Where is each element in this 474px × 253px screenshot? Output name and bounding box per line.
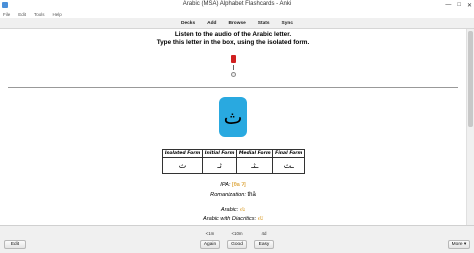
scrollbar-thumb[interactable] (468, 31, 473, 127)
header-final: Final Form (272, 149, 305, 158)
menu-edit[interactable]: Edit (18, 12, 26, 17)
toolbar-sync[interactable]: Sync (282, 21, 293, 26)
again-interval: <1m (205, 231, 215, 236)
window-controls: — □ ✕ (445, 0, 472, 10)
toolbar-stats[interactable]: Stats (258, 21, 270, 26)
prompt-line-2: Type this letter in the box, using the i… (156, 38, 310, 46)
ipa-value: [θa ʔ] (232, 182, 246, 188)
card-prompt: Listen to the audio of the Arabic letter… (0, 31, 466, 46)
answer-bar: Edit <1m Again <10m Good 4d Easy More ▾ (0, 225, 474, 253)
arabic-value: ثاء (239, 207, 246, 213)
ipa-label: IPA: (220, 182, 231, 188)
form-isolated: ث (161, 157, 204, 174)
arabic-label: Arabic: (220, 207, 239, 213)
good-interval: <10m (231, 231, 243, 236)
romanization-value: thā (247, 192, 256, 198)
letter-forms-table: Isolated Form Initial Form Medial Form F… (161, 149, 305, 174)
diacritics-value: ثَاء (257, 216, 263, 222)
audio-stem (233, 65, 234, 70)
easy-button[interactable]: Easy (254, 240, 274, 249)
menu-help[interactable]: Help (53, 12, 62, 17)
toolbar-browse[interactable]: Browse (228, 21, 245, 26)
header-medial: Medial Form (236, 149, 274, 158)
toolbar-decks[interactable]: Decks (181, 21, 195, 26)
title-bar: Arabic (MSA) Alphabet Flashcards - Anki … (0, 0, 474, 10)
good-button[interactable]: Good (227, 240, 247, 249)
form-medial: ـثـ (236, 157, 274, 174)
maximize-icon[interactable]: □ (457, 2, 461, 8)
easy-interval: 4d (261, 231, 267, 236)
toolbar-add[interactable]: Add (207, 21, 216, 26)
close-icon[interactable]: ✕ (467, 2, 472, 9)
audio-play-icon[interactable] (231, 55, 236, 63)
ipa-line: IPA: [θa ʔ] (0, 182, 466, 188)
diacritics-label: Arabic with Diacritics: (203, 216, 257, 222)
edit-button[interactable]: Edit (4, 240, 26, 249)
diacritics-line: Arabic with Diacritics: ثَاء (0, 216, 466, 222)
divider (8, 87, 458, 88)
arabic-line: Arabic: ثاء (0, 207, 466, 213)
vertical-scrollbar[interactable] (466, 29, 474, 225)
prompt-line-1: Listen to the audio of the Arabic letter… (174, 31, 292, 38)
menu-file[interactable]: File (3, 12, 10, 17)
header-initial: Initial Form (202, 149, 238, 158)
minimize-icon[interactable]: — (445, 2, 451, 8)
main-toolbar: Decks Add Browse Stats Sync (0, 18, 474, 29)
menu-tools[interactable]: Tools (34, 12, 45, 17)
form-initial: ثـ (202, 157, 238, 174)
more-button[interactable]: More ▾ (448, 240, 470, 249)
replay-icon[interactable] (231, 72, 236, 77)
romanization-label: Romanization: (210, 192, 246, 198)
again-button[interactable]: Again (200, 240, 220, 249)
card-content: Listen to the audio of the Arabic letter… (0, 29, 466, 225)
header-isolated: Isolated Form (161, 149, 204, 158)
form-final: ـث (272, 157, 305, 174)
window-title: Arabic (MSA) Alphabet Flashcards - Anki (182, 1, 292, 7)
arabic-letter-card: ث (219, 97, 247, 137)
romanization-line: Romanization: thā (0, 192, 466, 198)
menu-bar: File Edit Tools Help (0, 10, 474, 18)
